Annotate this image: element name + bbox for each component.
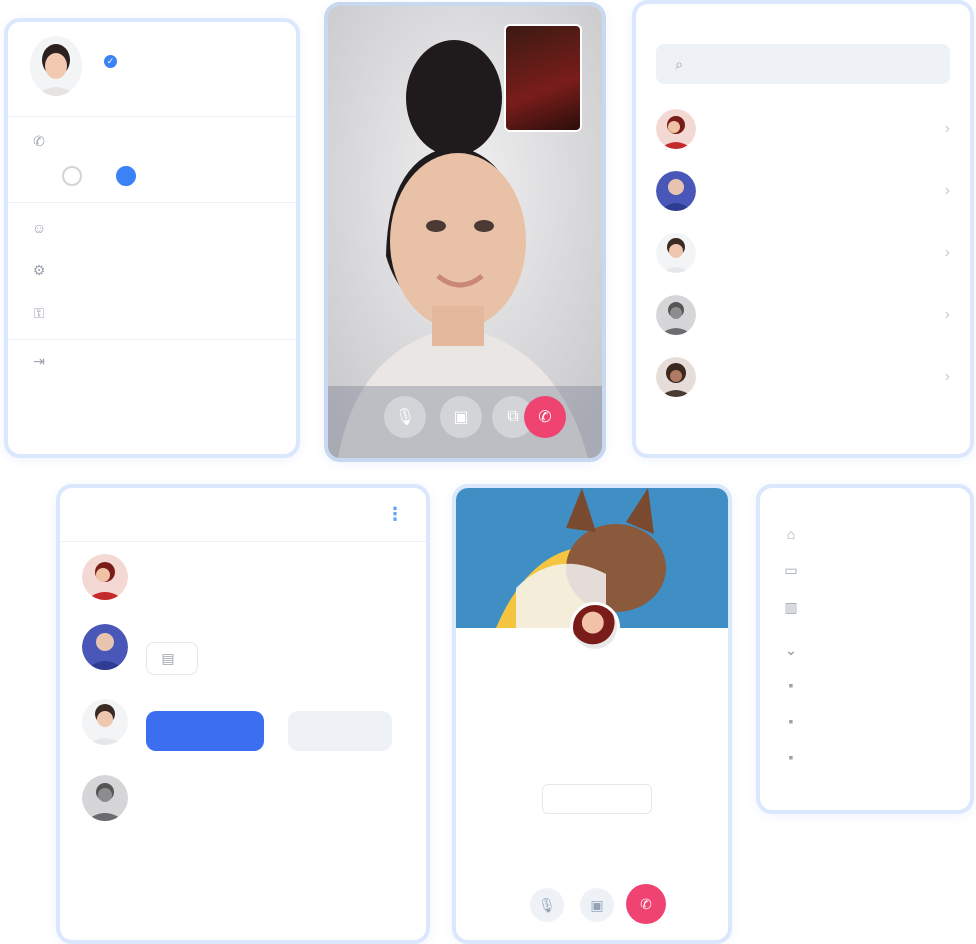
microphone-button[interactable]: 🎙 xyxy=(530,888,564,922)
end-call-button[interactable]: ✆ xyxy=(524,396,566,438)
camera-button[interactable]: ▣ xyxy=(440,396,482,438)
nav-subitem[interactable]: ▪ xyxy=(760,703,970,739)
navigation-menu-card: ⌂ ▭ ▥ ⌄ ▪ ▪ ▪ xyxy=(756,484,974,814)
notification-item[interactable] xyxy=(60,687,426,763)
nav-section-toggle[interactable]: ⌄ xyxy=(760,626,970,667)
key-icon: ⚿ xyxy=(33,305,45,321)
microphone-icon: 🎙 xyxy=(538,896,556,913)
notification-avatar xyxy=(82,775,128,821)
availability-option-on[interactable] xyxy=(116,166,146,186)
home-icon: ⌂ xyxy=(786,526,796,542)
contacts-card: ⌕ › › › › › xyxy=(632,0,974,458)
profile-menu-card: ✓ ✆ ☺ ⚙ ⚿ ⇥ xyxy=(4,18,300,458)
logout-button[interactable]: ⇥ xyxy=(8,340,296,383)
logout-icon: ⇥ xyxy=(33,353,45,369)
screen-share-icon: ⧉ xyxy=(507,408,519,425)
profile-avatar xyxy=(570,602,620,652)
decline-button[interactable] xyxy=(288,711,392,751)
notifications-card: ⋮ ▤ xyxy=(56,484,430,944)
file-icon: ▤ xyxy=(161,650,175,666)
contact-avatar xyxy=(656,295,696,335)
notification-item[interactable]: ▤ xyxy=(60,612,426,687)
self-view-thumbnail[interactable] xyxy=(504,24,582,132)
user-avatar xyxy=(30,36,82,96)
dot-icon: ▪ xyxy=(788,749,794,765)
contact-avatar xyxy=(656,171,696,211)
contact-item[interactable]: › xyxy=(636,222,970,284)
contact-avatar xyxy=(656,109,696,149)
chevron-right-icon: › xyxy=(944,368,950,385)
notification-item[interactable] xyxy=(60,763,426,833)
contact-avatar xyxy=(656,357,696,397)
menu-item-settings[interactable]: ⚙ xyxy=(8,249,296,292)
nav-item[interactable]: ⌂ xyxy=(760,516,970,552)
radio-icon xyxy=(62,166,82,186)
profile-header[interactable]: ✓ xyxy=(8,22,296,116)
end-call-icon: ✆ xyxy=(640,895,652,912)
availability-option-off[interactable] xyxy=(62,166,92,186)
chevron-right-icon: › xyxy=(944,120,950,137)
accept-button[interactable] xyxy=(146,711,264,751)
menu-item-change-password[interactable]: ⚿ xyxy=(8,292,296,335)
profile-cover-card: 🎙 ▣ ✆ xyxy=(452,484,732,944)
search-icon: ⌕ xyxy=(675,55,683,72)
attachment-chip[interactable]: ▤ xyxy=(146,642,198,675)
contact-item[interactable]: › xyxy=(636,98,970,160)
availability-section: ✆ xyxy=(8,117,296,202)
chevron-right-icon: › xyxy=(944,182,950,199)
nav-subitem[interactable]: ▪ xyxy=(760,667,970,703)
notification-avatar xyxy=(82,554,128,600)
contacts-search-input[interactable]: ⌕ xyxy=(656,44,950,84)
notification-item[interactable] xyxy=(60,542,426,612)
dot-icon: ▪ xyxy=(788,713,794,729)
notification-avatar xyxy=(82,624,128,670)
gear-icon: ⚙ xyxy=(32,262,46,278)
verified-icon: ✓ xyxy=(104,55,117,69)
camera-button[interactable]: ▣ xyxy=(580,888,614,922)
chart-icon: ▥ xyxy=(784,599,798,615)
dot-icon: ▪ xyxy=(788,677,794,693)
end-call-button[interactable]: ✆ xyxy=(626,884,666,924)
chevron-right-icon: › xyxy=(944,244,950,261)
notification-avatar xyxy=(82,699,128,745)
contact-item[interactable]: › xyxy=(636,346,970,408)
folder-icon: ▭ xyxy=(784,562,798,578)
follow-button[interactable] xyxy=(542,784,652,814)
camera-icon: ▣ xyxy=(590,896,604,913)
nav-heading xyxy=(760,488,970,516)
user-icon: ☺ xyxy=(31,220,47,236)
end-call-icon: ✆ xyxy=(538,409,552,426)
microphone-icon: 🎙 xyxy=(394,409,416,426)
nav-item[interactable]: ▭ xyxy=(760,552,970,589)
contact-item[interactable]: › xyxy=(636,284,970,346)
nav-subitem[interactable]: ▪ xyxy=(760,739,970,775)
radio-selected-icon xyxy=(116,166,136,186)
video-call-card: 🎙 ▣ ⧉ ✆ xyxy=(324,2,606,462)
chevron-right-icon: › xyxy=(944,306,950,323)
contacts-title xyxy=(636,4,970,44)
camera-icon: ▣ xyxy=(453,409,469,426)
contact-avatar xyxy=(656,233,696,273)
phone-icon: ✆ xyxy=(33,133,45,149)
menu-item-profile[interactable]: ☺ xyxy=(8,207,296,249)
chevron-down-icon: ⌄ xyxy=(785,642,797,658)
more-options-icon[interactable]: ⋮ xyxy=(386,504,404,525)
nav-item[interactable]: ▥ xyxy=(760,589,970,626)
microphone-button[interactable]: 🎙 xyxy=(384,396,426,438)
contact-item[interactable]: › xyxy=(636,160,970,222)
